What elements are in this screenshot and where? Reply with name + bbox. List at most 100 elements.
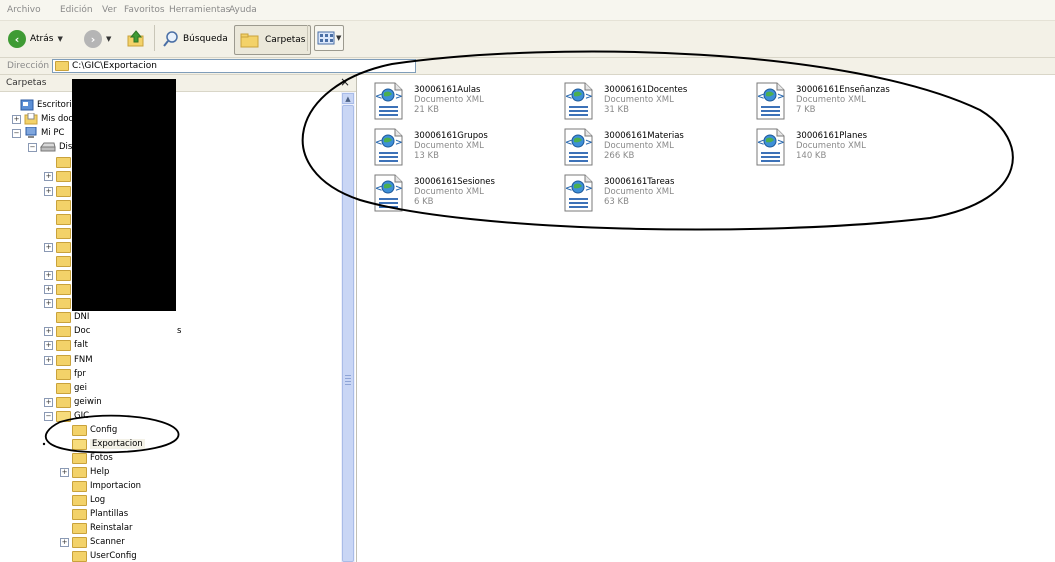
- tree-item[interactable]: Doc: [56, 325, 90, 337]
- file-size: 140 KB: [796, 151, 827, 161]
- scroll-up-button[interactable]: ▲: [342, 93, 354, 104]
- expand-icon[interactable]: +: [44, 243, 53, 252]
- file-type: Documento XML: [414, 141, 484, 151]
- folder-icon: [56, 297, 71, 309]
- folder-icon: [56, 199, 71, 211]
- redaction-block: [72, 79, 176, 311]
- close-icon[interactable]: ×: [340, 75, 350, 89]
- folder-icon: [56, 382, 71, 394]
- chevron-down-icon[interactable]: ▼: [336, 34, 341, 42]
- file-item[interactable]: < >30006161Aulas Documento XML 21 KB: [372, 82, 552, 122]
- views-button[interactable]: ▼: [314, 25, 345, 51]
- expand-icon[interactable]: +: [44, 356, 53, 365]
- tree-item-label: UserConfig: [90, 551, 137, 561]
- tree-item-label: Help: [90, 467, 110, 477]
- tree-item[interactable]: Exportacion: [72, 438, 145, 450]
- file-item[interactable]: < >30006161Enseñanzas Documento XML 7 KB: [754, 82, 934, 122]
- file-item[interactable]: < >30006161Planes Documento XML 140 KB: [754, 128, 934, 168]
- drive-icon: [40, 142, 56, 152]
- scrollbar-thumb[interactable]: [342, 105, 354, 562]
- file-name: 30006161Grupos: [414, 131, 488, 141]
- expand-icon[interactable]: +: [44, 172, 53, 181]
- file-size: 31 KB: [604, 105, 629, 115]
- menu-archivo[interactable]: Archivo: [7, 5, 41, 15]
- svg-text:<: <: [565, 184, 573, 194]
- file-size: 6 KB: [414, 197, 434, 207]
- file-name: 30006161Tareas: [604, 177, 675, 187]
- file-item[interactable]: < >30006161Grupos Documento XML 13 KB: [372, 128, 552, 168]
- documents-icon: [24, 113, 38, 125]
- tree-item[interactable]: GIC: [56, 410, 89, 422]
- file-item[interactable]: < >30006161Tareas Documento XML 63 KB: [562, 174, 742, 214]
- menu-ayuda[interactable]: Ayuda: [229, 5, 257, 15]
- tree-item-label: Reinstalar: [90, 523, 133, 533]
- expand-icon[interactable]: +: [12, 115, 21, 124]
- tree-item[interactable]: Config: [72, 424, 117, 436]
- tree-item[interactable]: Scanner: [72, 536, 125, 548]
- tree-item[interactable]: Plantillas: [72, 508, 128, 520]
- address-field[interactable]: C:\GIC\Exportacion: [52, 59, 416, 73]
- expand-icon[interactable]: +: [60, 468, 69, 477]
- file-item[interactable]: < >30006161Docentes Documento XML 31 KB: [562, 82, 742, 122]
- tree-item[interactable]: Help: [72, 466, 109, 478]
- menu-favoritos[interactable]: Favoritos: [124, 5, 165, 15]
- svg-text:>: >: [585, 92, 593, 102]
- folder-up-icon: [127, 30, 144, 47]
- search-button[interactable]: Búsqueda: [162, 27, 228, 51]
- expand-icon[interactable]: +: [44, 341, 53, 350]
- tree-item[interactable]: Escritorio: [20, 99, 77, 111]
- folders-pane-header: Carpetas ×: [0, 75, 356, 92]
- views-icon: [317, 31, 335, 45]
- tree-item[interactable]: falt: [56, 339, 88, 351]
- tree-item[interactable]: Importacion: [72, 480, 141, 492]
- tree-item[interactable]: Fotos: [72, 452, 113, 464]
- menu-bar: Archivo Edición Ver Favoritos Herramient…: [0, 0, 1055, 21]
- menu-edicion[interactable]: Edición: [60, 5, 93, 15]
- tree-item[interactable]: geiwin: [56, 396, 102, 408]
- file-item[interactable]: < >30006161Sesiones Documento XML 6 KB: [372, 174, 552, 214]
- expand-icon[interactable]: +: [60, 538, 69, 547]
- svg-text:>: >: [395, 92, 403, 102]
- collapse-icon[interactable]: −: [28, 143, 37, 152]
- folder-icon: [72, 466, 87, 478]
- tree-item[interactable]: FNM: [56, 354, 93, 366]
- toolbar: ‹ Atrás ▼ › ▼ Búsqueda Carpetas ▼: [0, 21, 1055, 58]
- file-item[interactable]: < >30006161Materias Documento XML 266 KB: [562, 128, 742, 168]
- file-name: 30006161Aulas: [414, 85, 481, 95]
- folder-icon: [56, 396, 71, 408]
- folder-icon: [56, 156, 71, 168]
- file-name: 30006161Sesiones: [414, 177, 495, 187]
- up-folder-button[interactable]: [126, 27, 146, 51]
- svg-text:<: <: [375, 184, 383, 194]
- folder-icon: [56, 241, 71, 253]
- menu-ver[interactable]: Ver: [102, 5, 117, 15]
- tree-item[interactable]: Log: [72, 494, 105, 506]
- chevron-down-icon[interactable]: ▼: [106, 35, 111, 43]
- svg-text:>: >: [777, 92, 785, 102]
- expand-icon[interactable]: +: [44, 271, 53, 280]
- tree-item[interactable]: Mi PC: [24, 127, 64, 139]
- tree-item[interactable]: DNI: [56, 311, 89, 323]
- folders-button[interactable]: Carpetas: [234, 25, 312, 55]
- file-type: Documento XML: [796, 95, 866, 105]
- tree-item[interactable]: Reinstalar: [72, 522, 133, 534]
- tree-item[interactable]: fpr: [56, 368, 86, 380]
- xml-file-icon: < >: [564, 82, 593, 120]
- tree-item[interactable]: gei: [56, 382, 87, 394]
- file-size: 13 KB: [414, 151, 439, 161]
- file-type: Documento XML: [604, 187, 674, 197]
- expand-icon[interactable]: +: [44, 187, 53, 196]
- forward-button[interactable]: › ▼: [84, 27, 111, 51]
- expand-icon[interactable]: +: [44, 299, 53, 308]
- back-button[interactable]: ‹ Atrás ▼: [8, 27, 63, 51]
- chevron-down-icon[interactable]: ▼: [57, 35, 62, 43]
- menu-herramientas[interactable]: Herramientas: [169, 5, 230, 15]
- expand-icon[interactable]: +: [44, 398, 53, 407]
- file-size: 7 KB: [796, 105, 816, 115]
- tree-item-label: gei: [74, 383, 87, 393]
- collapse-icon[interactable]: −: [12, 129, 21, 138]
- collapse-icon[interactable]: −: [44, 412, 53, 421]
- expand-icon[interactable]: +: [44, 327, 53, 336]
- expand-icon[interactable]: +: [44, 285, 53, 294]
- tree-item[interactable]: UserConfig: [72, 550, 137, 562]
